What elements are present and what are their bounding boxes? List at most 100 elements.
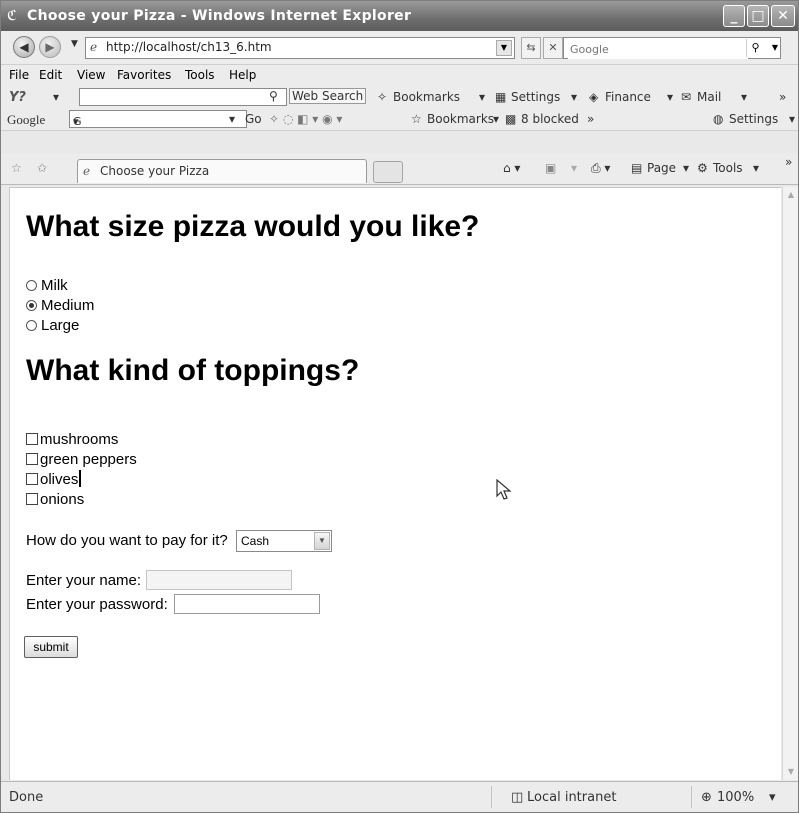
google-more-icon[interactable]: » (587, 112, 594, 126)
google-go-button[interactable]: Go (245, 112, 262, 126)
mail-button[interactable]: Mail (697, 90, 721, 104)
scroll-up-icon[interactable]: ▲ (783, 187, 799, 203)
security-zone[interactable]: Local intranet (527, 790, 616, 805)
address-bar[interactable]: ℯ http://localhost/ch13_6.htm ▼ (85, 37, 515, 59)
favorites-star-icon[interactable]: ☆ (11, 161, 22, 175)
vertical-scrollbar[interactable]: ▲ ▼ (782, 187, 798, 780)
popups-blocked-button[interactable]: 8 blocked (521, 112, 579, 126)
tools-menu[interactable]: Tools (713, 161, 743, 175)
page-menu[interactable]: Page (647, 161, 676, 175)
page-icon: ℯ (90, 40, 98, 54)
google-tool-icons[interactable]: ✧ ◌ ◧ ▾ ◉ ▾ (269, 112, 342, 126)
zoom-dropdown-icon[interactable]: ▾ (769, 790, 776, 805)
ie-page-icon: ℯ (83, 164, 91, 178)
new-tab-button[interactable] (373, 161, 403, 183)
yahoo-search-input[interactable] (79, 88, 287, 106)
google-bookmarks-button[interactable]: Bookmarks (427, 112, 494, 126)
finance-dropdown-icon[interactable]: ▾ (667, 90, 673, 104)
payment-value: Cash (241, 534, 270, 548)
finance-button[interactable]: Finance (605, 90, 651, 104)
yahoo-logo[interactable]: Y? (9, 90, 26, 105)
chevron-more-icon[interactable]: » (779, 90, 786, 104)
mail-dropdown-icon[interactable]: ▾ (741, 90, 747, 104)
zoom-level[interactable]: 100% (717, 790, 754, 805)
google-logo[interactable]: Google (7, 112, 45, 128)
google-dropdown-icon[interactable]: ▾ (229, 112, 235, 126)
scroll-down-icon[interactable]: ▼ (783, 764, 799, 780)
checkbox-label-green-peppers: green peppers (40, 451, 137, 468)
forward-button[interactable]: ▶ (39, 36, 61, 58)
checkbox-onions[interactable] (26, 493, 38, 505)
search-box[interactable]: ⚲ ▼ (563, 37, 781, 59)
yahoo-toolbar: Y? ▾ ⚲ Web Search ✧ Bookmarks ▾ ▦ Settin… (1, 87, 798, 109)
yahoo-bookmarks-dropdown-icon[interactable]: ▾ (479, 90, 485, 104)
google-box-dropdown-icon[interactable]: ▾ (73, 114, 79, 130)
home-icon[interactable]: ⌂ ▾ (503, 161, 520, 175)
google-settings-dropdown-icon[interactable]: ▾ (789, 112, 795, 126)
google-search-input[interactable]: G ▾ (69, 110, 247, 128)
google-toolbar: Google G ▾ ▾ Go ✧ ◌ ◧ ▾ ◉ ▾ ☆ Bookmarks … (1, 109, 798, 131)
maximize-button[interactable]: □ (747, 5, 769, 27)
refresh-button[interactable]: ⇆ (521, 37, 541, 59)
checkbox-green-peppers[interactable] (26, 453, 38, 465)
search-icon[interactable]: ⚲ (746, 39, 764, 57)
feeds-dropdown-icon[interactable]: ▾ (571, 161, 577, 175)
menu-edit[interactable]: Edit (39, 68, 62, 82)
tabrow-more-icon[interactable]: » (785, 155, 792, 169)
menu-favorites[interactable]: Favorites (117, 68, 171, 82)
title-bar[interactable]: ℭ Choose your Pizza - Windows Internet E… (1, 1, 798, 31)
size-option-milk[interactable]: Milk (26, 276, 68, 296)
print-icon[interactable]: ⎙ ▾ (591, 161, 610, 176)
radio-large[interactable] (26, 320, 37, 331)
tab-choose-your-pizza[interactable]: ℯ Choose your Pizza (77, 159, 367, 183)
topping-onions[interactable]: onions (26, 490, 84, 510)
search-dropdown-icon[interactable]: ▼ (772, 39, 778, 57)
zoom-icon: ⊕ (701, 790, 712, 805)
page-icon-small: ▤ (631, 161, 643, 175)
radio-milk[interactable] (26, 280, 37, 291)
yahoo-bookmarks-button[interactable]: Bookmarks (393, 90, 460, 104)
stop-button[interactable]: ✕ (543, 37, 563, 59)
menu-tools[interactable]: Tools (185, 68, 215, 82)
address-url[interactable]: http://localhost/ch13_6.htm (106, 40, 272, 54)
web-search-button[interactable]: Web Search (289, 88, 367, 104)
add-favorites-icon[interactable]: ✩ (37, 161, 47, 175)
tools-dropdown-icon[interactable]: ▾ (753, 161, 759, 175)
menu-file[interactable]: File (9, 68, 29, 82)
password-input[interactable] (174, 594, 320, 614)
search-input[interactable] (568, 40, 748, 59)
checkbox-mushrooms[interactable] (26, 433, 38, 445)
google-bookmarks-dropdown-icon[interactable]: ▾ (493, 112, 499, 126)
name-input[interactable] (146, 570, 292, 590)
yahoo-search-icon[interactable]: ⚲ (269, 89, 278, 103)
chevron-down-icon[interactable]: ▼ (314, 532, 330, 550)
google-settings-button[interactable]: Settings (729, 112, 778, 126)
menu-view[interactable]: View (77, 68, 105, 82)
size-option-medium[interactable]: Medium (26, 296, 94, 316)
menu-help[interactable]: Help (229, 68, 256, 82)
submit-button[interactable]: submit (24, 636, 78, 658)
topping-mushrooms[interactable]: mushrooms (26, 430, 118, 450)
yahoo-settings-dropdown-icon[interactable]: ▾ (571, 90, 577, 104)
settings-icon: ▦ (495, 90, 507, 104)
close-button[interactable]: ✕ (771, 5, 795, 27)
yahoo-logo-dropdown-icon[interactable]: ▾ (53, 90, 59, 104)
size-option-large[interactable]: Large (26, 316, 79, 336)
page-dropdown-icon[interactable]: ▾ (683, 161, 689, 175)
history-dropdown-icon[interactable]: ▼ (71, 39, 78, 49)
back-button[interactable]: ◀ (13, 36, 35, 58)
address-dropdown-icon[interactable]: ▼ (496, 40, 512, 56)
payment-select[interactable]: Cash ▼ (236, 530, 332, 552)
radio-medium[interactable] (26, 300, 37, 311)
topping-green-peppers[interactable]: green peppers (26, 450, 137, 470)
minimize-button[interactable]: _ (723, 5, 745, 27)
checkbox-olives[interactable] (26, 473, 38, 485)
finance-icon: ◈ (589, 90, 599, 104)
feeds-icon[interactable]: ▣ (545, 161, 556, 175)
refresh-icon: ⇆ (526, 41, 536, 54)
address-toolbar: ◀ ▶ ▼ ℯ http://localhost/ch13_6.htm ▼ ⇆ … (1, 31, 798, 65)
bookmarks-icon: ✧ (377, 90, 388, 104)
status-text: Done (9, 790, 44, 805)
yahoo-settings-button[interactable]: Settings (511, 90, 560, 104)
topping-olives[interactable]: olives (26, 470, 82, 490)
